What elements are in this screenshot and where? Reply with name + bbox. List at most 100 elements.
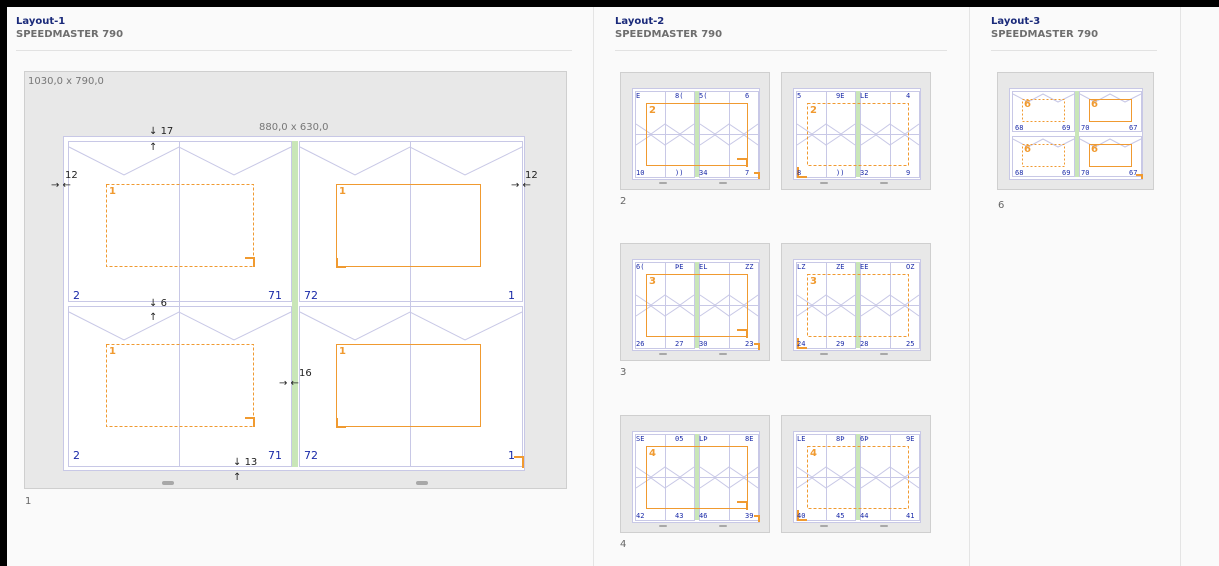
scroll-handle[interactable] <box>880 182 888 184</box>
press-sheet-preview[interactable]: 1030,0 x 790,0 880,0 x 630,0 1 1 1 1 2 7… <box>24 71 567 489</box>
margin-top-value: 17 <box>160 126 174 137</box>
sheet-size-label: 880,0 x 630,0 <box>259 122 329 133</box>
gutter-h-value: 6 <box>160 298 167 309</box>
arrows-inward-icon: → ← <box>511 180 531 191</box>
scroll-handle[interactable] <box>719 182 727 184</box>
page-number: 44 <box>860 512 869 520</box>
page-number: LE <box>860 92 869 100</box>
object-label: 3 <box>649 276 656 287</box>
page-number: 2 <box>73 449 80 462</box>
layout-1-header: Layout-1 SPEEDMASTER 790 <box>16 15 572 51</box>
scroll-handle[interactable] <box>659 525 667 527</box>
scroll-handle[interactable] <box>719 525 727 527</box>
layout-3-thumbnail[interactable]: 6 6 6 6 68 69 70 67 68 69 70 67 <box>997 72 1154 190</box>
page-number: 43 <box>675 512 684 520</box>
arrow-up-icon: ↑ <box>149 312 158 323</box>
signature-thumbnail[interactable]: 6(ÞE EL ZZ 26 27 30 23 3 <box>620 243 770 361</box>
scroll-handle[interactable] <box>162 481 174 485</box>
print-sheet: 6(ÞE EL ZZ 26 27 30 23 3 <box>632 259 760 351</box>
scroll-handle[interactable] <box>659 353 667 355</box>
page-number: 71 <box>268 289 282 302</box>
page-number: 1 <box>508 449 515 462</box>
page-number: 68 <box>1015 124 1024 132</box>
print-sheet[interactable]: 1 1 1 1 2 71 72 1 2 71 72 1 <box>63 136 525 471</box>
page-number: LÞ <box>699 435 708 443</box>
signature-label: 1 <box>25 496 32 507</box>
page-number: 41 <box>906 512 915 520</box>
press-size-label: 1030,0 x 790,0 <box>28 76 104 87</box>
print-sheet: SE 05 LÞ 8E 42 43 46 39 4 <box>632 431 760 523</box>
scroll-handle[interactable] <box>820 182 828 184</box>
object-label: 6 <box>1024 99 1031 110</box>
page-number: 40 <box>797 512 806 520</box>
arrows-inward-icon: → ← <box>279 378 299 389</box>
print-sheet: E 8(5(6 10)) 34 7 2 <box>632 88 760 180</box>
page-number: 39 <box>745 512 754 520</box>
sheet-drawing <box>635 91 760 179</box>
page-number: 68 <box>1015 169 1024 177</box>
scroll-handle[interactable] <box>880 353 888 355</box>
page-number: 1 <box>508 289 515 302</box>
layout-3-machine: SPEEDMASTER 790 <box>991 29 1099 40</box>
page-number: )) <box>675 169 684 177</box>
print-sheet: 5 9E LE 4 8)) 32 9 2 <box>793 88 921 180</box>
page-number: 2 <box>73 289 80 302</box>
page-number: 9E <box>906 435 915 443</box>
layout-1-title[interactable]: Layout-1 <box>16 15 572 28</box>
margin-bottom-value: 13 <box>244 457 258 468</box>
sheet-drawing <box>796 262 920 349</box>
signature-thumbnail[interactable]: 5 9E LE 4 8)) 32 9 2 <box>781 72 931 190</box>
signature-thumbnail[interactable]: LE 8Þ 6Þ 9E 40 45 44 41 4 <box>781 415 931 533</box>
layout-3-header: Layout-3 SPEEDMASTER 790 <box>991 15 1157 51</box>
page-number: 46 <box>699 512 708 520</box>
page-number: OZ <box>906 263 915 271</box>
page-number: 70 <box>1081 124 1090 132</box>
sheet-drawing <box>635 262 760 350</box>
signature-thumbnail[interactable]: SE 05 LÞ 8E 42 43 46 39 4 <box>620 415 770 533</box>
object-label: 3 <box>810 276 817 287</box>
gutter-v-value: 16 <box>299 368 312 379</box>
page-number: 5 <box>797 92 802 100</box>
scroll-handle[interactable] <box>719 353 727 355</box>
page-number: 70 <box>1081 169 1090 177</box>
page-number: 5( <box>699 92 708 100</box>
page-number: 6 <box>745 92 750 100</box>
page-number: EL <box>699 263 708 271</box>
page-number: LE <box>797 435 806 443</box>
page-number: 29 <box>836 340 845 348</box>
scroll-handle[interactable] <box>820 353 828 355</box>
page-number: ZZ <box>745 263 754 271</box>
object-label: 4 <box>810 448 817 459</box>
page-number: 30 <box>699 340 708 348</box>
page-number: 8Þ <box>836 435 845 443</box>
scroll-handle[interactable] <box>820 525 828 527</box>
page-number: ÞE <box>675 263 684 271</box>
page-number: 8 <box>797 169 802 177</box>
page-number: 7 <box>745 169 750 177</box>
print-sheet: 6 6 6 6 68 69 70 67 68 69 70 67 <box>1009 88 1143 180</box>
sheet-drawing <box>796 91 920 178</box>
arrow-up-icon: ↑ <box>149 142 158 153</box>
gutter-h-marker: ↓ 6 <box>149 298 167 309</box>
margin-bottom-marker: ↓ 13 <box>233 457 258 468</box>
page-number: 6( <box>636 263 645 271</box>
page-number: 71 <box>268 449 282 462</box>
layout-2-title[interactable]: Layout-2 <box>615 15 947 28</box>
page-number: 26 <box>636 340 645 348</box>
signature-thumbnail[interactable]: E 8(5(6 10)) 34 7 2 <box>620 72 770 190</box>
layout-1-machine: SPEEDMASTER 790 <box>16 29 124 40</box>
row-label: 3 <box>620 367 627 378</box>
page-number: EE <box>860 263 869 271</box>
layout-3-title[interactable]: Layout-3 <box>991 15 1157 28</box>
scroll-handle[interactable] <box>659 182 667 184</box>
page-number: 42 <box>636 512 645 520</box>
page-number: )) <box>836 169 845 177</box>
scroll-handle[interactable] <box>880 525 888 527</box>
page-number: 8( <box>675 92 684 100</box>
signature-label: 6 <box>998 200 1005 211</box>
signature-thumbnail[interactable]: LZ ZE EE OZ 24 29 28 25 3 <box>781 243 931 361</box>
page-number: LZ <box>797 263 806 271</box>
empty-column <box>1182 7 1219 566</box>
object-label: 1 <box>109 186 116 197</box>
scroll-handle[interactable] <box>416 481 428 485</box>
